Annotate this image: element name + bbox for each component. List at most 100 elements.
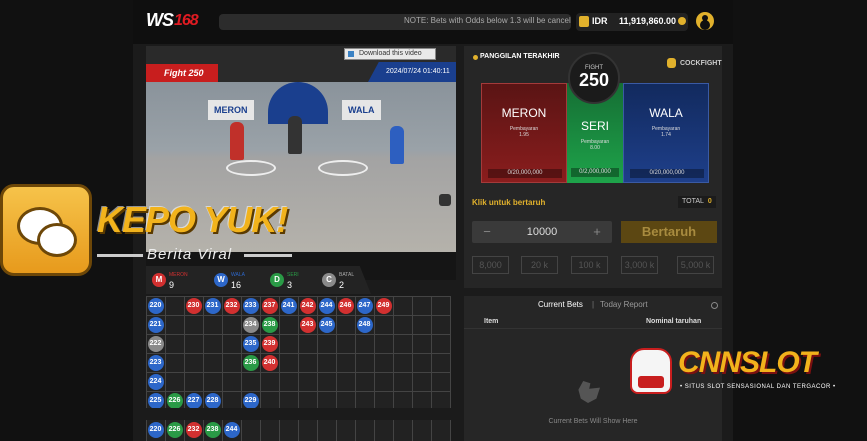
stat-badge: D: [270, 273, 284, 287]
meron-name: MERON: [501, 106, 547, 120]
decrease-amount-button[interactable]: −: [476, 223, 498, 241]
stat-name: MERON: [169, 272, 188, 278]
expand-icon[interactable]: [439, 194, 451, 206]
stat-count: 9: [169, 280, 175, 290]
refresh-icon[interactable]: [711, 302, 718, 309]
cnnslot-tagline: • SITUS SLOT SENSASIONAL DAN TERGACOR •: [680, 384, 836, 390]
result-ball: 232: [223, 297, 240, 314]
result-ball: 243: [299, 316, 316, 333]
result-ball: 238: [204, 422, 221, 438]
result-ball: 245: [318, 316, 335, 333]
handler-blue: [390, 126, 404, 164]
chip-button[interactable]: 20 k: [521, 256, 558, 274]
result-ball: 244: [223, 422, 240, 438]
result-ball: 248: [356, 316, 373, 333]
tab-current-bets[interactable]: Current Bets: [538, 300, 583, 309]
referee: [288, 116, 302, 154]
result-ball: 249: [375, 297, 392, 314]
download-video-button[interactable]: Download this video: [344, 48, 436, 60]
result-ball: 234: [242, 316, 259, 333]
tab-today-report[interactable]: Today Report: [600, 300, 648, 309]
result-ball: 224: [147, 373, 164, 390]
chat-bubble-icon: [37, 223, 77, 257]
empty-bets-message: Current Bets Will Show Here: [548, 418, 638, 425]
result-ball: 222: [147, 335, 164, 352]
result-ball: 220: [147, 297, 164, 314]
logo-number: 168: [174, 12, 199, 29]
refresh-balance-icon[interactable]: [678, 17, 686, 25]
stat-count: 3: [287, 280, 293, 290]
live-video-player[interactable]: MERON WALA Download this video Fight 250…: [146, 46, 456, 280]
result-ball: 229: [242, 392, 259, 408]
chip-button[interactable]: 5,000 k: [677, 256, 714, 274]
stat-count: 16: [231, 280, 242, 290]
rooster-icon: [578, 381, 600, 403]
result-ball: 227: [185, 392, 202, 408]
wala-odds: 1.74: [661, 132, 671, 138]
meron-bet-card[interactable]: MERON Pembayaran 1.95 0/20,000,000: [481, 83, 567, 183]
wala-limit: 0/20,000,000: [630, 169, 704, 178]
column-item: Item: [484, 318, 499, 325]
result-ball: 241: [280, 297, 297, 314]
result-ball: 220: [147, 422, 164, 438]
promo-headline: KEPO YUK!: [97, 199, 288, 240]
chip-button[interactable]: 100 k: [571, 256, 608, 274]
fight-number-badge: FIGHT 250: [568, 52, 620, 104]
result-ball: 226: [166, 392, 183, 408]
rooster-icon: [667, 58, 676, 68]
result-ball: 228: [204, 392, 221, 408]
results-summary: M MERON 9 W WALA 16 D SERI 3 C BATAL 2: [146, 266, 371, 294]
arena-banner-right: WALA: [342, 100, 381, 120]
results-road-grid: 220 221 222 223 224 225 226 230 227 231 228 232 233 2…: [146, 296, 451, 408]
result-ball: 232: [185, 422, 202, 438]
top-header: WS 168 NOTE: Bets with Odds below 1.3 wi…: [133, 0, 733, 44]
arena-ring-left: [226, 160, 276, 176]
result-ball: 230: [185, 297, 202, 314]
last-call-label: PANGGILAN TERAKHIR: [480, 53, 560, 60]
stat-badge: M: [152, 273, 166, 287]
stat-name: BATAL: [339, 272, 355, 278]
logo-ws: WS: [146, 10, 174, 30]
result-ball: 235: [242, 335, 259, 352]
stat-name: WALA: [231, 272, 245, 278]
wechat-icon[interactable]: [0, 184, 92, 276]
seri-odds: 8.00: [590, 145, 600, 151]
tab-separator: |: [592, 300, 595, 309]
balance-amount: 11,919,860.00: [618, 16, 676, 26]
seri-name: SERI: [580, 119, 609, 133]
cnnslot-watermark: CNNSLOT • SITUS SLOT SENSASIONAL DAN TER…: [630, 340, 840, 400]
fight-number: 250: [578, 70, 610, 90]
increase-amount-button[interactable]: +: [586, 223, 608, 241]
chip-button[interactable]: 3,000 k: [621, 256, 658, 274]
bet-amount-stepper: − 10000 +: [472, 221, 612, 243]
place-bet-button[interactable]: Bertaruh: [621, 221, 717, 243]
brand-logo[interactable]: WS 168: [146, 10, 214, 32]
result-ball: 238: [261, 316, 278, 333]
betting-panel: PANGGILAN TERAKHIR COCKFIGHT MERON Pemba…: [464, 46, 722, 288]
wala-bet-card[interactable]: WALA Pembayaran 1.74 0/20,000,000: [623, 83, 709, 183]
result-ball: 223: [147, 354, 164, 371]
user-account-icon[interactable]: [696, 12, 714, 30]
announcement-marquee: NOTE: Bets with Odds below 1.3 will be c…: [219, 14, 571, 30]
category-label: COCKFIGHT: [680, 60, 722, 67]
stat-count: 2: [339, 280, 345, 290]
chip-button[interactable]: 8,000: [472, 256, 509, 274]
wala-name: WALA: [649, 106, 683, 120]
stat-name: SERI: [287, 272, 299, 278]
lucky-cat-icon: [630, 348, 672, 394]
seri-limit: 0/2,000,000: [571, 168, 619, 177]
meron-limit: 0/20,000,000: [488, 169, 562, 178]
arena-banner-left: MERON: [208, 100, 254, 120]
meron-odds: 1.95: [519, 132, 529, 138]
result-ball: 226: [166, 422, 183, 438]
underline-left: [97, 254, 143, 257]
total-label: TOTAL: [682, 198, 704, 205]
result-ball: 221: [147, 316, 164, 333]
result-ball: 244: [318, 297, 335, 314]
total-box: TOTAL 0: [678, 196, 716, 208]
total-value: 0: [707, 198, 712, 205]
bet-amount-input[interactable]: 10000: [502, 226, 582, 238]
wallet-icon: [579, 16, 589, 27]
header-divider: [464, 328, 722, 329]
result-ball: 236: [242, 354, 259, 371]
